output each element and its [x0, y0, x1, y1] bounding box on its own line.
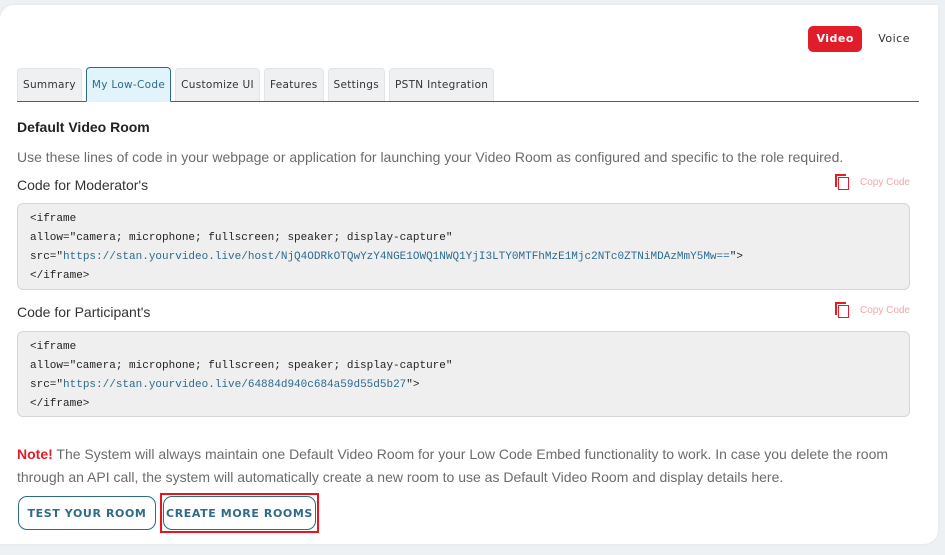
moderator-code-block[interactable]: <iframe allow="camera; microphone; fulls… — [17, 203, 910, 290]
tab-features[interactable]: Features — [263, 68, 324, 101]
tab-customize-ui[interactable]: Customize UI — [175, 68, 260, 101]
code-line-close: </iframe> — [30, 270, 90, 282]
code-line-allow: allow="camera; microphone; fullscreen; s… — [30, 232, 453, 244]
participant-code-label: Code for Participant's — [17, 304, 151, 320]
code-line-src: src="https://stan.yourvideo.live/host/Nj… — [30, 248, 897, 267]
participant-code-block[interactable]: <iframe allow="camera; microphone; fulls… — [17, 331, 910, 417]
code-line-allow: allow="camera; microphone; fullscreen; s… — [30, 360, 453, 372]
tab-settings[interactable]: Settings — [327, 68, 385, 101]
code-line-open: <iframe — [30, 213, 77, 225]
note-tag: Note! — [17, 446, 53, 462]
section-description: Use these lines of code in your webpage … — [17, 149, 844, 165]
copy-icon — [834, 174, 849, 190]
note-text: Note! The System will always maintain on… — [17, 443, 917, 489]
copy-icon — [834, 302, 849, 318]
test-your-room-button[interactable]: TEST YOUR ROOM — [18, 496, 156, 530]
copy-code-label: Copy Code — [859, 304, 910, 316]
src-attr: src=" — [30, 251, 64, 263]
copy-code-label: Copy Code — [859, 176, 910, 188]
moderator-code-label: Code for Moderator's — [17, 177, 149, 193]
mode-switch: Video Voice — [808, 26, 918, 52]
src-attr: src=" — [30, 379, 64, 391]
low-code-panel: Video Voice Summary My Low-Code Customiz… — [0, 5, 938, 544]
moderator-url: https://stan.yourvideo.live/host/NjQ4ODR… — [63, 251, 730, 263]
tab-pstn-integration[interactable]: PSTN Integration — [388, 68, 495, 101]
tab-summary[interactable]: Summary — [17, 68, 82, 101]
copy-participant-code-button[interactable]: Copy Code — [834, 302, 910, 318]
code-line-close: </iframe> — [30, 398, 90, 410]
highlight-frame — [160, 493, 319, 533]
copy-moderator-code-button[interactable]: Copy Code — [834, 174, 910, 190]
video-mode-button[interactable]: Video — [808, 26, 863, 52]
tab-my-low-code[interactable]: My Low-Code — [85, 67, 172, 102]
code-line-open: <iframe — [30, 341, 77, 353]
code-line-src: src="https://stan.yourvideo.live/64884d9… — [30, 376, 897, 395]
note-body: The System will always maintain one Defa… — [17, 446, 889, 485]
tab-bar: Summary My Low-Code Customize UI Feature… — [17, 62, 919, 102]
participant-url: https://stan.yourvideo.live/64884d940c68… — [63, 379, 407, 391]
section-title: Default Video Room — [17, 119, 150, 135]
src-suffix: "> — [406, 379, 420, 391]
src-suffix: "> — [729, 251, 743, 263]
voice-mode-button[interactable]: Voice — [870, 26, 918, 52]
